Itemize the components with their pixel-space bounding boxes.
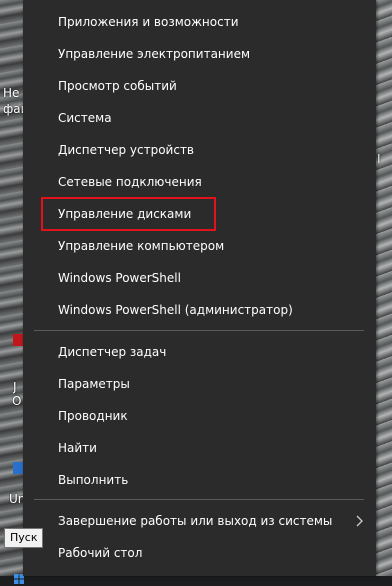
desktop-label-fragment: Не <box>3 86 20 100</box>
menu-item-device-manager[interactable]: Диспетчер устройств <box>23 134 376 166</box>
desktop-background-right <box>376 0 392 586</box>
chevron-right-icon <box>356 515 363 527</box>
menu-item-run[interactable]: Выполнить <box>23 464 376 496</box>
menu-separator <box>34 330 364 331</box>
desktop-label-fragment: J <box>13 380 17 394</box>
desktop-label-fragment: фай <box>3 102 23 116</box>
menu-item-apps-features[interactable]: Приложения и возможности <box>23 6 376 38</box>
desktop-label-fragment: O <box>12 394 22 408</box>
highlight-box <box>41 197 216 231</box>
menu-item-label: Завершение работы или выход из системы <box>58 514 333 528</box>
menu-item-desktop[interactable]: Рабочий стол <box>23 537 376 569</box>
start-tooltip: Пуск <box>4 528 44 548</box>
menu-item-search[interactable]: Найти <box>23 432 376 464</box>
menu-item-task-manager[interactable]: Диспетчер задач <box>23 336 376 368</box>
menu-item-powershell[interactable]: Windows PowerShell <box>23 262 376 294</box>
desktop-label-fragment: Un <box>9 492 23 506</box>
menu-item-computer-management[interactable]: Управление компьютером <box>23 230 376 262</box>
menu-separator <box>34 499 364 500</box>
menu-item-powershell-admin[interactable]: Windows PowerShell (администратор) <box>23 294 376 326</box>
taskbar <box>0 576 392 586</box>
menu-item-shutdown-signout[interactable]: Завершение работы или выход из системы <box>23 505 376 537</box>
menu-item-system[interactable]: Система <box>23 102 376 134</box>
start-context-menu: Приложения и возможности Управление элек… <box>23 0 376 576</box>
menu-item-file-explorer[interactable]: Проводник <box>23 400 376 432</box>
menu-item-network-connections[interactable]: Сетевые подключения <box>23 166 376 198</box>
menu-item-settings[interactable]: Параметры <box>23 368 376 400</box>
menu-item-event-viewer[interactable]: Просмотр событий <box>23 70 376 102</box>
menu-item-power-options[interactable]: Управление электропитанием <box>23 38 376 70</box>
desktop-label-fragment: I <box>377 152 381 166</box>
